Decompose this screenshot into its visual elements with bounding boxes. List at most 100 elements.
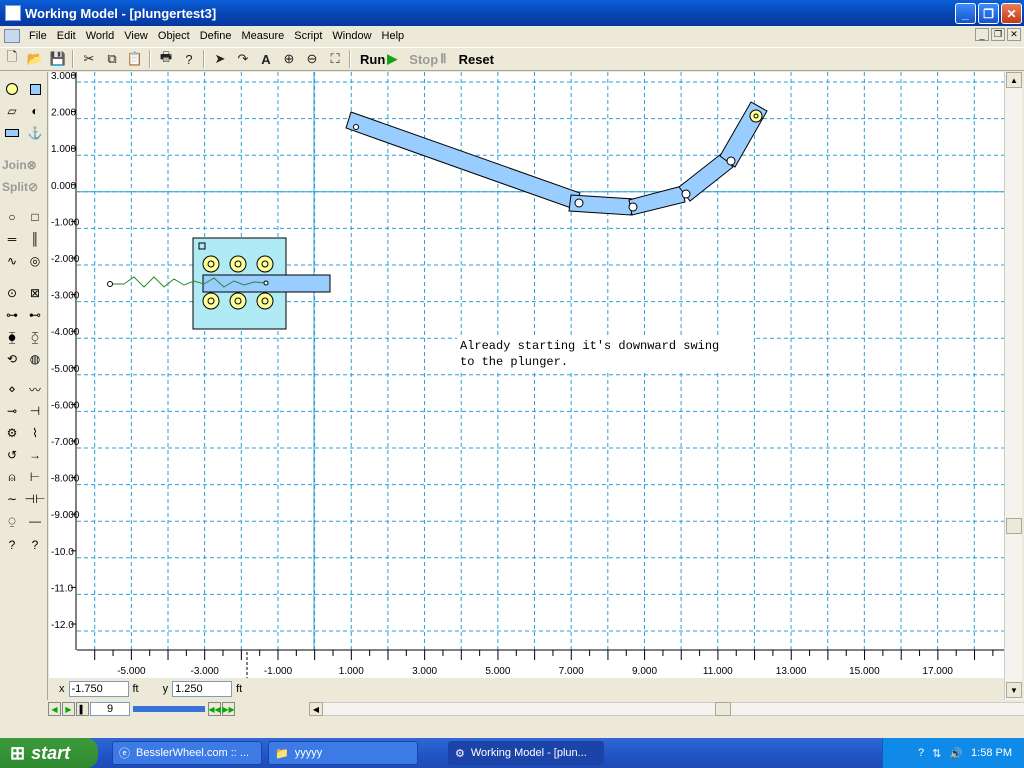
minimize-button[interactable]: _ xyxy=(955,3,976,24)
rotary-spring-tool-icon[interactable]: ⌇ xyxy=(25,424,45,442)
pivot-point[interactable] xyxy=(353,124,359,130)
curved-joint-tool-icon[interactable]: ⟲ xyxy=(2,350,22,368)
help-wand-icon[interactable]: ? xyxy=(2,536,22,554)
close-button[interactable]: ✕ xyxy=(1001,3,1022,24)
motor-tool-icon[interactable]: ⍝ xyxy=(2,468,22,486)
torque-tool-icon[interactable]: ↺ xyxy=(2,446,22,464)
end-weight[interactable] xyxy=(749,109,763,123)
scroll-left-button[interactable]: ◀ xyxy=(309,702,323,716)
help-tray-icon[interactable]: ? xyxy=(918,747,924,759)
zoom-fit-icon[interactable]: ⛶ xyxy=(324,49,346,69)
curved-body-tool-icon[interactable]: ◐ xyxy=(25,102,45,120)
horizontal-scroll-thumb[interactable] xyxy=(715,702,731,716)
gear-tool-icon[interactable]: ⚙ xyxy=(2,424,22,442)
menu-view[interactable]: View xyxy=(119,27,153,45)
closed-curved-joint-tool-icon[interactable]: ◍ xyxy=(25,350,45,368)
circle-tool-icon[interactable] xyxy=(2,80,22,98)
vertical-keyed-joint-tool-icon[interactable]: ⧲ xyxy=(25,328,45,346)
roller[interactable] xyxy=(202,255,220,273)
arm-segment-3[interactable] xyxy=(628,185,686,216)
rod-tool-icon[interactable]: ⋄ xyxy=(2,380,22,398)
clock[interactable]: 1:58 PM xyxy=(971,747,1012,759)
task-browser[interactable]: ⓔ BesslerWheel.com :: ... xyxy=(112,741,262,765)
roller[interactable] xyxy=(256,292,274,310)
pointer-tool-icon[interactable]: ➤ xyxy=(209,49,231,69)
joint-3[interactable] xyxy=(681,189,691,199)
arm-segment-1[interactable] xyxy=(345,111,581,210)
roller[interactable] xyxy=(202,292,220,310)
document-icon[interactable] xyxy=(4,29,20,43)
square-tool-icon[interactable] xyxy=(25,80,45,98)
menu-window[interactable]: Window xyxy=(327,27,376,45)
roller[interactable] xyxy=(256,255,274,273)
x-coord-field[interactable]: -1.750 xyxy=(68,681,129,697)
roller[interactable] xyxy=(229,255,247,273)
joint-1[interactable] xyxy=(574,198,584,208)
rigid-joint-tool-icon[interactable]: ⊠ xyxy=(25,284,45,302)
actuator-tool-icon[interactable]: ⊢ xyxy=(25,468,45,486)
network-tray-icon[interactable]: ⇅ xyxy=(932,747,941,760)
doc-minimize-button[interactable]: _ xyxy=(975,28,989,41)
frame-number[interactable]: 9 xyxy=(90,702,130,716)
stop-button[interactable]: Stop Ⅱ xyxy=(403,51,452,67)
polygon-tool-icon[interactable]: ▱ xyxy=(2,102,22,120)
menu-script[interactable]: Script xyxy=(289,27,327,45)
workspace-canvas[interactable]: 3.000 2.000 1.000 0.000 -1.000 -2.000 -3.000 -4… xyxy=(49,72,1004,678)
rope-tool-icon[interactable]: ⊸ xyxy=(2,402,22,420)
task-working-model[interactable]: ⚙ Working Model - [plun... xyxy=(448,741,604,765)
fast-forward-button[interactable]: ▶▶ xyxy=(222,702,235,716)
pin-joint-tool-icon[interactable]: ⊙ xyxy=(2,284,22,302)
help-arrow-icon[interactable]: ? xyxy=(25,536,45,554)
join-button[interactable]: Join⊗ xyxy=(2,158,37,172)
paste-icon[interactable]: 📋 xyxy=(124,49,146,69)
anchor-tool-icon[interactable]: ⚓ xyxy=(25,124,45,142)
copy-icon[interactable]: ⧉ xyxy=(101,49,123,69)
reset-button[interactable]: Reset xyxy=(453,52,500,67)
zoom-out-icon[interactable]: ⊖ xyxy=(301,49,323,69)
rotate-tool-icon[interactable]: ↷ xyxy=(232,49,254,69)
volume-tray-icon[interactable]: 🔊 xyxy=(949,747,963,760)
print-icon[interactable]: 🖶 xyxy=(155,49,177,69)
joint-4[interactable] xyxy=(726,156,736,166)
vertical-scrollbar[interactable]: ▲ ▼ xyxy=(1004,72,1022,700)
split-button[interactable]: Split⊘ xyxy=(2,180,38,194)
start-button[interactable]: ⊞ start xyxy=(0,738,98,768)
closed-slot-tool-icon[interactable]: ◎ xyxy=(25,252,45,270)
joint-2[interactable] xyxy=(628,202,638,212)
menu-file[interactable]: File xyxy=(24,27,52,45)
run-button[interactable]: Run ▶ xyxy=(354,51,403,67)
curved-slot-tool-icon[interactable]: ∿ xyxy=(2,252,22,270)
vertical-joint-tool-icon[interactable]: ⧳ xyxy=(2,328,22,346)
save-icon[interactable]: 💾 xyxy=(47,49,69,69)
workspace[interactable]: 3.000 2.000 1.000 0.000 -1.000 -2.000 -3.000 -4… xyxy=(49,72,1004,678)
horizontal-scrollbar[interactable]: ◀ ▶ xyxy=(309,702,1024,716)
pulley-tool-icon[interactable]: ⍜ xyxy=(2,512,22,530)
zoom-in-icon[interactable]: ⊕ xyxy=(278,49,300,69)
vertical-slot-tool-icon[interactable]: ║ xyxy=(25,230,45,248)
doc-close-button[interactable]: ✕ xyxy=(1007,28,1021,41)
menu-object[interactable]: Object xyxy=(153,27,195,45)
menu-world[interactable]: World xyxy=(81,27,120,45)
roller[interactable] xyxy=(229,292,247,310)
frame-slider-left-icon[interactable]: ▌ xyxy=(76,702,89,716)
new-file-icon[interactable]: 🗋 xyxy=(1,49,23,69)
cut-icon[interactable]: ✂ xyxy=(78,49,100,69)
menu-measure[interactable]: Measure xyxy=(236,27,289,45)
scroll-up-button[interactable]: ▲ xyxy=(1006,72,1022,88)
step-back-button[interactable]: ◀ xyxy=(48,702,61,716)
rewind-button[interactable]: ◀◀ xyxy=(208,702,221,716)
open-folder-icon[interactable]: 📂 xyxy=(24,49,46,69)
horizontal-joint-tool-icon[interactable]: ⊶ xyxy=(2,306,22,324)
doc-restore-button[interactable]: ❐ xyxy=(991,28,1005,41)
maximize-button[interactable]: ❐ xyxy=(978,3,999,24)
spring-tool-icon[interactable]: 〰 xyxy=(25,380,45,398)
separator-tool-icon[interactable]: ∼ xyxy=(2,490,22,508)
menu-edit[interactable]: Edit xyxy=(52,27,81,45)
text-tool-icon[interactable]: A xyxy=(255,49,277,69)
force-tool-icon[interactable]: → xyxy=(25,446,45,464)
linear-damper-tool-icon[interactable]: ⊣⊢ xyxy=(25,490,46,508)
line-tool-icon[interactable]: — xyxy=(25,512,45,530)
menu-define[interactable]: Define xyxy=(195,27,237,45)
task-folder[interactable]: 📁 yyyyy xyxy=(268,741,418,765)
help-icon[interactable]: ? xyxy=(178,49,200,69)
